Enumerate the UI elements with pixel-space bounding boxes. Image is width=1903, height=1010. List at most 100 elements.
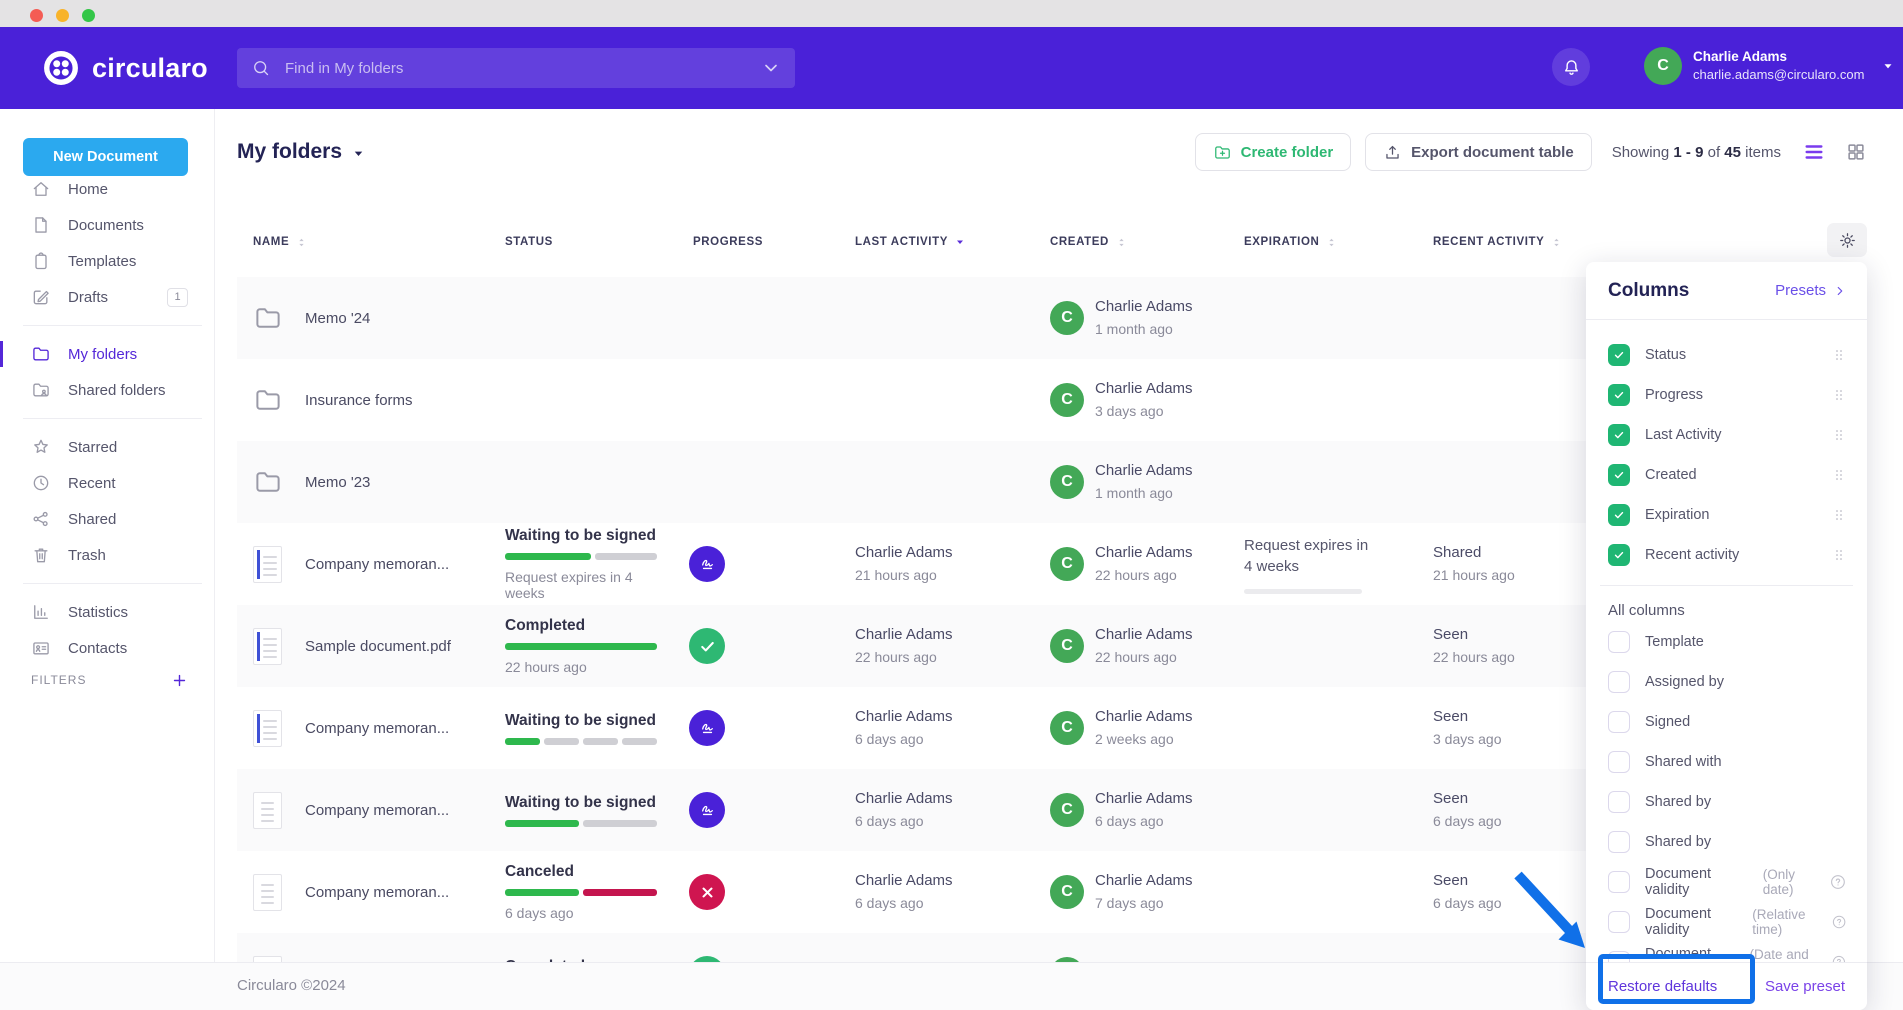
table-settings-button[interactable] bbox=[1827, 223, 1867, 257]
sidebar-item-documents[interactable]: Documents bbox=[0, 207, 214, 243]
document-name[interactable]: Insurance forms bbox=[305, 359, 495, 441]
sidebar-item-my-folders[interactable]: My folders bbox=[0, 336, 214, 372]
progress-segment bbox=[505, 738, 540, 745]
window-zoom-button[interactable] bbox=[82, 9, 95, 22]
document-name[interactable]: Company memoran... bbox=[305, 523, 495, 605]
sidebar-nav: HomeDocumentsTemplatesDrafts1My foldersS… bbox=[0, 171, 214, 666]
person-name: Seen bbox=[1433, 706, 1502, 729]
column-header-created[interactable]: CREATED bbox=[1050, 221, 1128, 263]
column-toggle-assigned-by[interactable]: Assigned by bbox=[1586, 662, 1867, 702]
checkbox-unchecked[interactable] bbox=[1608, 711, 1630, 733]
column-toggle-shared-by[interactable]: Shared by bbox=[1586, 822, 1867, 862]
checkbox-checked[interactable] bbox=[1608, 424, 1630, 446]
list-view-toggle[interactable] bbox=[1803, 141, 1825, 163]
document-name[interactable] bbox=[305, 933, 495, 962]
sidebar-item-shared[interactable]: Shared bbox=[0, 501, 214, 537]
column-toggle-recent-activity[interactable]: Recent activity bbox=[1586, 535, 1867, 575]
check-status-icon bbox=[689, 628, 725, 664]
checkbox-checked[interactable] bbox=[1608, 544, 1630, 566]
column-header-recent-activity[interactable]: RECENT ACTIVITY bbox=[1433, 221, 1563, 263]
sidebar-item-label: Starred bbox=[68, 439, 117, 456]
presets-link[interactable]: Presets bbox=[1775, 282, 1847, 299]
user-avatar: C bbox=[1644, 47, 1682, 85]
column-toggle-shared-with[interactable]: Shared with bbox=[1586, 742, 1867, 782]
user-menu[interactable]: C Charlie Adams charlie.adams@circularo.… bbox=[1644, 47, 1895, 85]
checkbox-unchecked[interactable] bbox=[1608, 671, 1630, 693]
sidebar-item-trash[interactable]: Trash bbox=[0, 537, 214, 573]
sidebar-item-drafts[interactable]: Drafts1 bbox=[0, 279, 214, 315]
column-toggle-shared-by[interactable]: Shared by bbox=[1586, 782, 1867, 822]
document-name[interactable]: Company memoran... bbox=[305, 851, 495, 933]
checkbox-checked[interactable] bbox=[1608, 344, 1630, 366]
checkbox-checked[interactable] bbox=[1608, 384, 1630, 406]
status-inner: Waiting to be signed bbox=[505, 794, 657, 827]
column-toggle-progress[interactable]: Progress bbox=[1586, 375, 1867, 415]
sidebar-item-recent[interactable]: Recent bbox=[0, 465, 214, 501]
column-toggle-label: Shared by bbox=[1645, 794, 1711, 810]
column-toggle-last-activity[interactable]: Last Activity bbox=[1586, 415, 1867, 455]
column-toggle-signed[interactable]: Signed bbox=[1586, 702, 1867, 742]
table-header: NAME STATUS PROGRESS LAST ACTIVITY CREATED EX… bbox=[237, 221, 1867, 263]
column-toggle-document-validity-only-date[interactable]: Document validity(Only date) bbox=[1586, 862, 1867, 902]
person-name: Shared bbox=[1433, 542, 1515, 565]
add-filter-button[interactable] bbox=[171, 672, 188, 689]
sidebar-item-contacts[interactable]: Contacts bbox=[0, 630, 214, 666]
column-header-progress[interactable]: PROGRESS bbox=[693, 221, 763, 263]
sidebar-item-templates[interactable]: Templates bbox=[0, 243, 214, 279]
column-header-status[interactable]: STATUS bbox=[505, 221, 553, 263]
sidebar-item-home[interactable]: Home bbox=[0, 171, 214, 207]
signature-status-icon bbox=[689, 792, 725, 828]
doc-icon bbox=[31, 215, 51, 235]
circularo-logo[interactable]: circularo bbox=[42, 49, 208, 87]
recent-activity-cell: Seen22 hours ago bbox=[1433, 605, 1583, 687]
last-activity-cell: Charlie Adams21 hours ago bbox=[855, 523, 1035, 605]
progress-bar bbox=[505, 643, 657, 650]
check-icon bbox=[1612, 468, 1626, 482]
create-folder-button[interactable]: Create folder bbox=[1195, 133, 1352, 171]
user-name: Charlie Adams bbox=[1693, 48, 1864, 66]
document-name[interactable]: Sample document.pdf bbox=[305, 605, 495, 687]
column-header-last-activity[interactable]: LAST ACTIVITY bbox=[855, 221, 966, 263]
search-input[interactable]: Find in My folders bbox=[237, 48, 795, 88]
person-name: Charlie Adams bbox=[1095, 378, 1193, 401]
document-name[interactable]: Company memoran... bbox=[305, 769, 495, 851]
checkbox-unchecked[interactable] bbox=[1608, 631, 1630, 653]
document-name[interactable]: Memo '23 bbox=[305, 441, 495, 523]
checkbox-unchecked[interactable] bbox=[1608, 751, 1630, 773]
sidebar-item-statistics[interactable]: Statistics bbox=[0, 594, 214, 630]
sidebar-item-starred[interactable]: Starred bbox=[0, 429, 214, 465]
grid-view-toggle[interactable] bbox=[1845, 141, 1867, 163]
column-toggle-label: Assigned by bbox=[1645, 674, 1724, 690]
column-toggle-status[interactable]: Status bbox=[1586, 335, 1867, 375]
window-close-button[interactable] bbox=[30, 9, 43, 22]
checkbox-unchecked[interactable] bbox=[1608, 911, 1630, 933]
page-title-dropdown[interactable]: My folders bbox=[237, 140, 366, 164]
checkbox-unchecked[interactable] bbox=[1608, 791, 1630, 813]
window-minimize-button[interactable] bbox=[56, 9, 69, 22]
document-name[interactable]: Company memoran... bbox=[305, 687, 495, 769]
search-scope-chevron-down-icon[interactable] bbox=[761, 58, 781, 78]
checkbox-unchecked[interactable] bbox=[1608, 871, 1630, 893]
status-subtext: Request expires in 4 weeks bbox=[505, 569, 665, 601]
sidebar-item-label: Statistics bbox=[68, 604, 128, 621]
checkbox-checked[interactable] bbox=[1608, 504, 1630, 526]
restore-defaults-button[interactable]: Restore defaults bbox=[1608, 978, 1717, 995]
status-label: Waiting to be signed bbox=[505, 794, 657, 812]
column-header-expiration[interactable]: EXPIRATION bbox=[1244, 221, 1338, 263]
checkbox-unchecked[interactable] bbox=[1608, 831, 1630, 853]
notifications-button[interactable] bbox=[1552, 48, 1590, 86]
column-toggle-document-validity-relative-time[interactable]: Document validity(Relative time) bbox=[1586, 902, 1867, 942]
sidebar-item-label: Trash bbox=[68, 547, 106, 564]
column-header-name[interactable]: NAME bbox=[253, 221, 308, 263]
activity-time: 6 days ago bbox=[1433, 811, 1502, 832]
column-toggle-template[interactable]: Template bbox=[1586, 622, 1867, 662]
save-preset-button[interactable]: Save preset bbox=[1765, 978, 1845, 995]
progress-segment bbox=[505, 553, 591, 560]
checkbox-checked[interactable] bbox=[1608, 464, 1630, 486]
sidebar-item-shared-folders[interactable]: Shared folders bbox=[0, 372, 214, 408]
export-document-table-button[interactable]: Export document table bbox=[1365, 133, 1592, 171]
column-toggle-created[interactable]: Created bbox=[1586, 455, 1867, 495]
document-name[interactable]: Memo '24 bbox=[305, 277, 495, 359]
column-toggle-expiration[interactable]: Expiration bbox=[1586, 495, 1867, 535]
column-header-label: PROGRESS bbox=[693, 236, 763, 248]
